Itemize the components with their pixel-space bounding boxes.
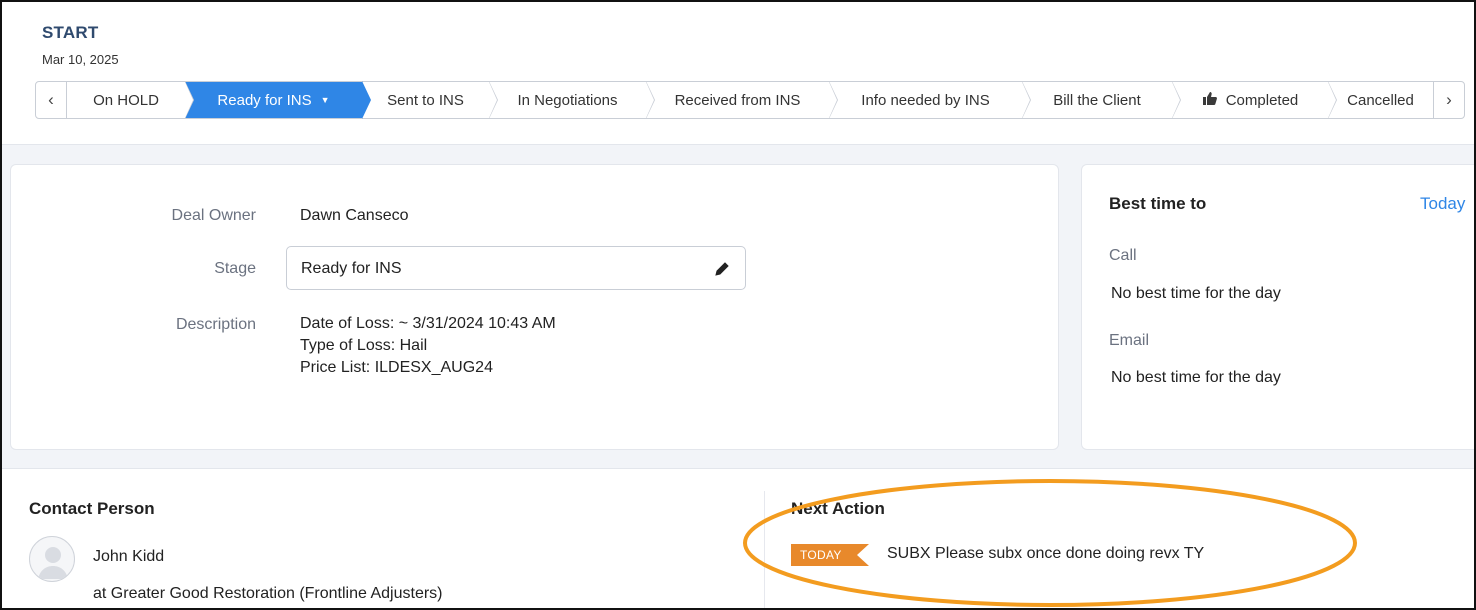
deal-info-card: Deal Owner Dawn Canseco Stage Ready for … bbox=[10, 164, 1059, 450]
stage-completed[interactable]: Completed bbox=[1172, 81, 1337, 119]
stage-label: Received from INS bbox=[674, 91, 801, 109]
contact-company: at Greater Good Restoration (Frontline A… bbox=[93, 585, 443, 602]
stage-info-needed-by-ins[interactable]: Info needed by INS bbox=[829, 81, 1031, 119]
contact-person-title: Contact Person bbox=[29, 499, 155, 518]
stage-label: On HOLD bbox=[93, 91, 159, 109]
deal-owner-value[interactable]: Dawn Canseco bbox=[300, 207, 409, 225]
contact-name[interactable]: John Kidd bbox=[93, 548, 164, 566]
stage-progress-bar: ‹ On HOLD Ready for INS ▼ Sent to INS In… bbox=[35, 81, 1465, 119]
stage-in-negotiations[interactable]: In Negotiations bbox=[489, 81, 655, 119]
stage-label: In Negotiations bbox=[517, 91, 618, 109]
stage-field-label: Stage bbox=[214, 260, 256, 277]
stage-on-hold[interactable]: On HOLD bbox=[67, 81, 194, 119]
description-line: Price List: ILDESX_AUG24 bbox=[300, 359, 493, 376]
best-time-card: Best time to Today Call No best time for… bbox=[1081, 164, 1474, 450]
description-value: Date of Loss: ~ 3/31/2024 10:43 AM Type … bbox=[300, 313, 556, 379]
next-action-text[interactable]: SUBX Please subx once done doing revx TY bbox=[887, 545, 1204, 563]
description-line: Date of Loss: ~ 3/31/2024 10:43 AM bbox=[300, 315, 556, 332]
next-action-title: Next Action bbox=[791, 499, 885, 518]
today-badge: TODAY bbox=[791, 544, 869, 566]
stage-label: Completed bbox=[1225, 91, 1299, 109]
caret-down-icon: ▼ bbox=[320, 95, 330, 105]
stage-bill-the-client[interactable]: Bill the Client bbox=[1022, 81, 1181, 119]
stage-list: On HOLD Ready for INS ▼ Sent to INS In N… bbox=[67, 81, 1433, 119]
call-label: Call bbox=[1109, 247, 1137, 264]
today-link[interactable]: Today bbox=[1420, 194, 1465, 214]
description-line: Type of Loss: Hail bbox=[300, 337, 428, 354]
stage-label: Sent to INS bbox=[387, 91, 464, 109]
chevron-left-icon: ‹ bbox=[48, 90, 54, 109]
stage-field[interactable]: Ready for INS bbox=[286, 246, 746, 290]
avatar[interactable] bbox=[29, 536, 75, 582]
bottom-section: Contact Person John Kidd at Greater Good… bbox=[2, 468, 1474, 608]
thumbs-up-icon bbox=[1202, 91, 1218, 110]
email-label: Email bbox=[1109, 332, 1150, 349]
stage-prev-button[interactable]: ‹ bbox=[35, 81, 67, 119]
stage-field-value: Ready for INS bbox=[301, 260, 402, 277]
start-label: START bbox=[42, 23, 99, 42]
stage-sent-to-ins[interactable]: Sent to INS bbox=[362, 81, 498, 119]
deal-owner-label: Deal Owner bbox=[171, 207, 256, 224]
description-label: Description bbox=[175, 316, 256, 333]
stage-next-button[interactable]: › bbox=[1433, 81, 1465, 119]
pencil-edit-icon[interactable] bbox=[712, 259, 732, 279]
email-value: No best time for the day bbox=[1111, 369, 1281, 386]
section-divider bbox=[764, 491, 765, 608]
today-badge-label: TODAY bbox=[800, 548, 842, 562]
call-value: No best time for the day bbox=[1111, 285, 1281, 302]
best-time-title: Best time to bbox=[1109, 194, 1207, 213]
stage-label: Info needed by INS bbox=[861, 91, 990, 109]
stage-header: START Mar 10, 2025 ‹ On HOLD Ready for I… bbox=[2, 2, 1474, 145]
stage-label: Bill the Client bbox=[1053, 91, 1141, 109]
start-date: Mar 10, 2025 bbox=[42, 52, 119, 67]
stage-cancelled[interactable]: Cancelled bbox=[1328, 82, 1433, 118]
app-frame: START Mar 10, 2025 ‹ On HOLD Ready for I… bbox=[0, 0, 1476, 610]
stage-label: Ready for INS bbox=[217, 91, 312, 109]
chevron-right-icon: › bbox=[1446, 90, 1452, 109]
stage-received-from-ins[interactable]: Received from INS bbox=[646, 81, 838, 119]
stage-ready-for-ins[interactable]: Ready for INS ▼ bbox=[185, 81, 371, 119]
stage-label: Cancelled bbox=[1347, 91, 1414, 109]
